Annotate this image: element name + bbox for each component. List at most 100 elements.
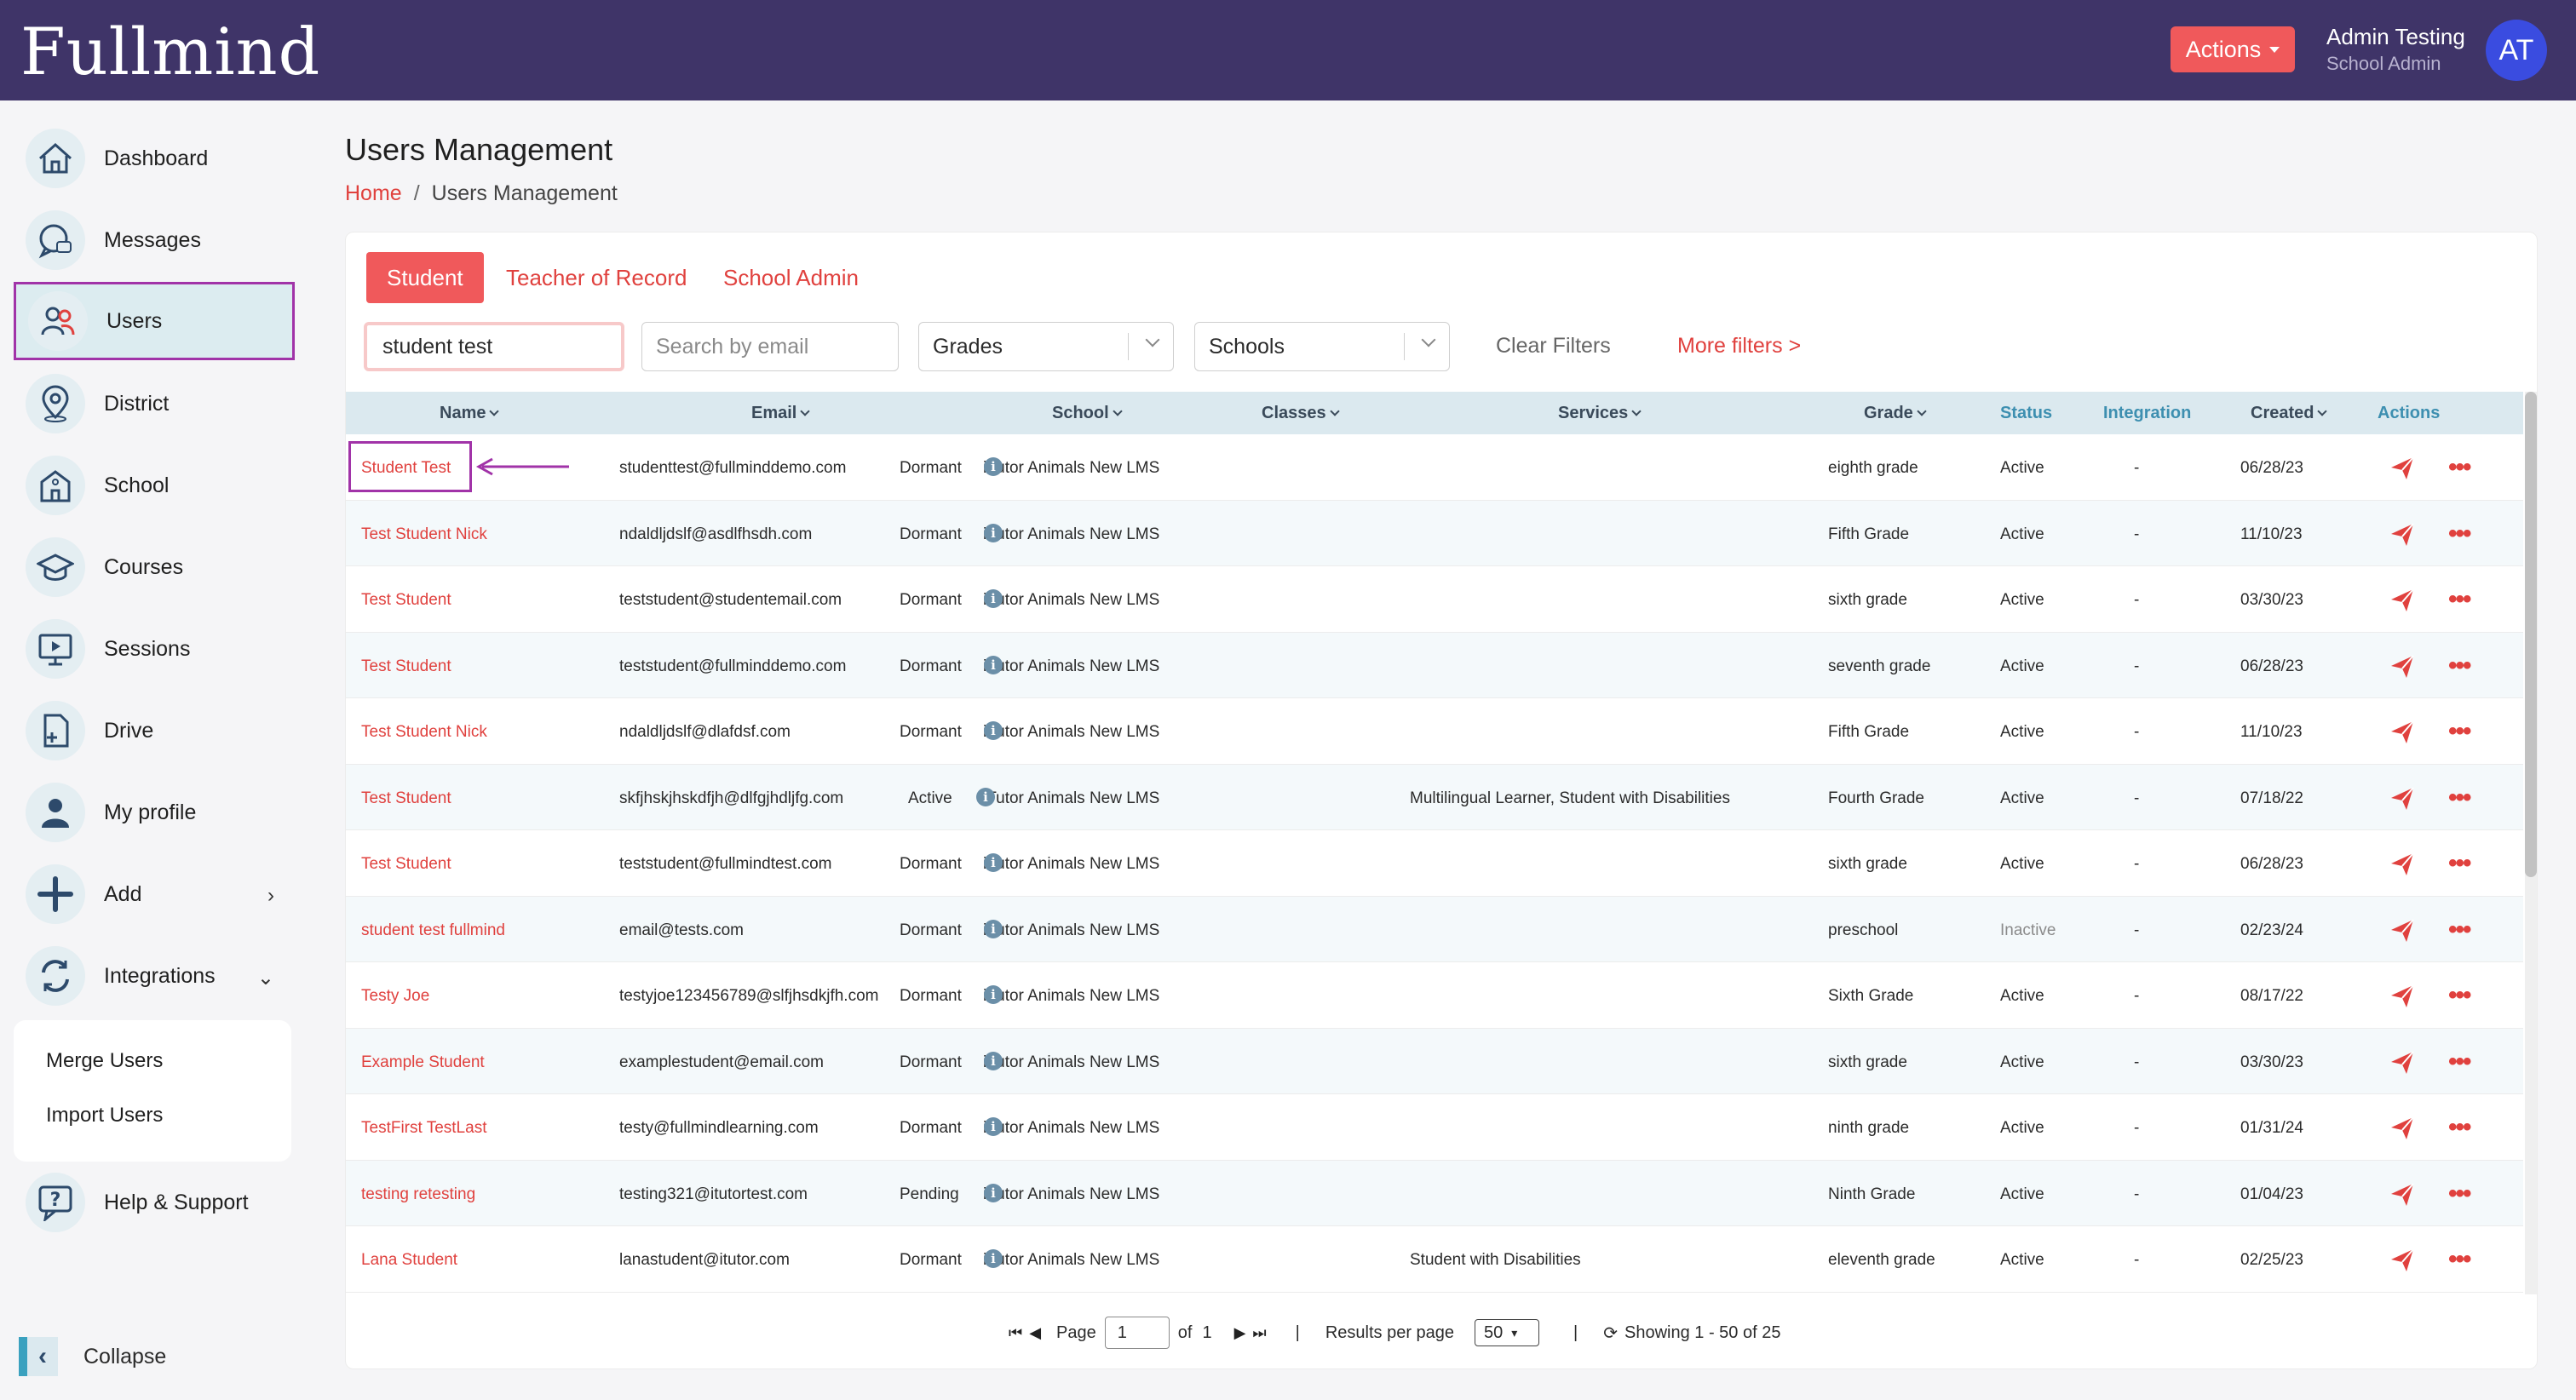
- user-name-link[interactable]: testing retesting: [361, 1185, 475, 1204]
- more-options-icon[interactable]: •••: [2448, 849, 2471, 878]
- refresh-icon[interactable]: ⟳: [1603, 1323, 1618, 1344]
- submenu-item-merge-users[interactable]: Merge Users: [46, 1049, 163, 1073]
- column-header-school[interactable]: School: [1052, 404, 1123, 423]
- person-icon: [26, 783, 85, 842]
- send-icon[interactable]: [2389, 917, 2416, 944]
- first-page-icon[interactable]: ⏮: [1009, 1324, 1022, 1342]
- send-icon[interactable]: [2389, 719, 2416, 746]
- info-icon[interactable]: i: [984, 1183, 1003, 1202]
- user-classes-status: Active: [908, 789, 952, 807]
- user-name-link[interactable]: Testy Joe: [361, 987, 429, 1006]
- prev-page-icon[interactable]: ◀: [1029, 1324, 1041, 1342]
- tab-teacher-of-record[interactable]: Teacher of Record: [506, 252, 687, 303]
- more-options-icon[interactable]: •••: [2448, 1245, 2471, 1274]
- send-icon[interactable]: [2389, 1247, 2416, 1274]
- send-icon[interactable]: [2389, 587, 2416, 614]
- user-name-link[interactable]: Test Student: [361, 855, 451, 874]
- more-filters-link[interactable]: More filters >: [1677, 334, 1801, 359]
- more-options-icon[interactable]: •••: [2448, 1179, 2471, 1208]
- user-name-link[interactable]: Test Student: [361, 657, 451, 676]
- send-icon[interactable]: [2389, 1181, 2416, 1208]
- user-name-link[interactable]: Test Student: [361, 789, 451, 808]
- user-name-link[interactable]: Example Student: [361, 1053, 485, 1072]
- email-search-input[interactable]: Search by email: [641, 322, 899, 371]
- info-icon[interactable]: i: [984, 853, 1003, 872]
- send-icon[interactable]: [2389, 455, 2416, 482]
- user-name-link[interactable]: TestFirst TestLast: [361, 1119, 486, 1138]
- collapse-button[interactable]: ‹ Collapse: [19, 1337, 166, 1376]
- info-icon[interactable]: i: [984, 985, 1003, 1004]
- sidebar-item-my-profile[interactable]: My profile: [14, 773, 295, 852]
- table-scrollbar-thumb[interactable]: [2525, 392, 2537, 877]
- more-options-icon[interactable]: •••: [2448, 651, 2471, 680]
- next-page-icon[interactable]: ▶: [1234, 1324, 1246, 1342]
- info-icon[interactable]: i: [984, 919, 1003, 938]
- results-per-page-select[interactable]: 50 ▾: [1475, 1319, 1540, 1346]
- column-header-email[interactable]: Email: [751, 404, 811, 423]
- info-icon[interactable]: i: [976, 787, 995, 806]
- avatar[interactable]: AT: [2486, 20, 2547, 81]
- sidebar-item-district[interactable]: District: [14, 364, 295, 443]
- sidebar-item-sessions[interactable]: Sessions: [14, 610, 295, 688]
- sidebar-item-messages[interactable]: Messages: [14, 201, 295, 279]
- send-icon[interactable]: [2389, 983, 2416, 1010]
- info-icon[interactable]: i: [984, 523, 1003, 542]
- info-icon[interactable]: i: [984, 721, 1003, 740]
- breadcrumb-home-link[interactable]: Home: [345, 181, 402, 205]
- sidebar-item-users[interactable]: Users: [14, 282, 295, 360]
- send-icon[interactable]: [2389, 653, 2416, 680]
- info-icon[interactable]: i: [984, 655, 1003, 674]
- more-options-icon[interactable]: •••: [2448, 453, 2471, 482]
- send-icon[interactable]: [2389, 1049, 2416, 1076]
- user-classes-status: Dormant: [900, 525, 962, 543]
- more-options-icon[interactable]: •••: [2448, 915, 2471, 944]
- info-icon[interactable]: i: [984, 1117, 1003, 1136]
- name-search-input[interactable]: student test: [364, 322, 624, 371]
- more-options-icon[interactable]: •••: [2448, 1113, 2471, 1142]
- sidebar-item-drive[interactable]: Drive: [14, 691, 295, 770]
- column-header-classes[interactable]: Classes: [1262, 404, 1340, 423]
- info-icon[interactable]: i: [984, 589, 1003, 608]
- schools-select[interactable]: Schools: [1194, 322, 1450, 371]
- more-options-icon[interactable]: •••: [2448, 717, 2471, 746]
- column-header-label: Services: [1558, 404, 1629, 422]
- send-icon[interactable]: [2389, 521, 2416, 548]
- sidebar-item-integrations[interactable]: Integrations ⌄: [14, 937, 295, 1015]
- send-icon[interactable]: [2389, 1115, 2416, 1142]
- column-header-name[interactable]: Name: [440, 404, 500, 423]
- tab-student[interactable]: Student: [366, 252, 484, 303]
- info-icon[interactable]: i: [984, 1249, 1003, 1268]
- last-page-icon[interactable]: ⏭: [1252, 1324, 1266, 1342]
- user-name-link[interactable]: Lana Student: [361, 1251, 457, 1270]
- user-name-link[interactable]: student test fullmind: [361, 921, 505, 940]
- submenu-item-import-users[interactable]: Import Users: [46, 1104, 163, 1127]
- send-icon[interactable]: [2389, 851, 2416, 878]
- column-header-services[interactable]: Services: [1558, 404, 1642, 423]
- more-options-icon[interactable]: •••: [2448, 783, 2471, 812]
- sidebar-item-dashboard[interactable]: Dashboard: [14, 119, 295, 198]
- tab-school-admin[interactable]: School Admin: [723, 252, 859, 303]
- info-icon[interactable]: i: [984, 457, 1003, 476]
- table-row: Test Student Nick ndaldljdslf@asdlfhsdh.c…: [346, 500, 2523, 566]
- sidebar-item-help[interactable]: ? Help & Support: [14, 1163, 295, 1242]
- clear-filters-button[interactable]: Clear Filters: [1496, 334, 1611, 359]
- actions-button[interactable]: Actions: [2171, 26, 2295, 72]
- user-name-link[interactable]: Test Student Nick: [361, 723, 487, 742]
- sidebar-item-school[interactable]: School: [14, 446, 295, 525]
- column-header-created[interactable]: Created: [2251, 404, 2328, 423]
- fullmind-logo[interactable]: Fullmind: [20, 14, 320, 89]
- sidebar-item-add[interactable]: Add ›: [14, 855, 295, 933]
- page-number-input[interactable]: 1: [1104, 1317, 1170, 1349]
- more-options-icon[interactable]: •••: [2448, 585, 2471, 614]
- send-icon[interactable]: [2389, 785, 2416, 812]
- more-options-icon[interactable]: •••: [2448, 1047, 2471, 1076]
- grades-select[interactable]: Grades: [918, 322, 1174, 371]
- column-header-grade[interactable]: Grade: [1864, 404, 1927, 423]
- home-icon: [26, 129, 85, 188]
- more-options-icon[interactable]: •••: [2448, 519, 2471, 548]
- user-name-link[interactable]: Test Student Nick: [361, 525, 487, 544]
- user-name-link[interactable]: Test Student: [361, 591, 451, 610]
- info-icon[interactable]: i: [984, 1051, 1003, 1070]
- more-options-icon[interactable]: •••: [2448, 981, 2471, 1010]
- sidebar-item-courses[interactable]: Courses: [14, 528, 295, 606]
